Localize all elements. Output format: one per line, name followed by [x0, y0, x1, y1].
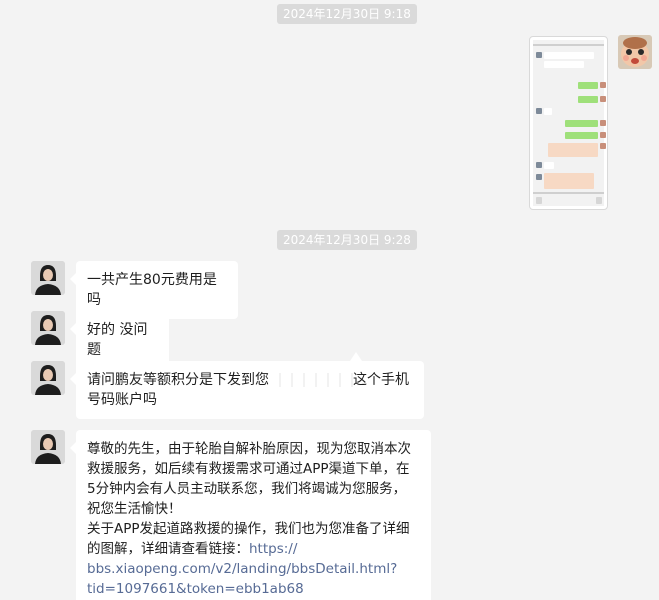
masked-phone-number	[269, 373, 353, 387]
sender-avatar-icon[interactable]	[31, 430, 65, 464]
message-line: 救援服务，如后续有救援需求可通过APP渠道下单，在	[87, 461, 410, 477]
timestamp: 2024年12月30日 9:18	[277, 4, 417, 24]
screenshot-image-message[interactable]	[529, 36, 608, 210]
sender-avatar-icon[interactable]	[31, 311, 65, 345]
message-line: 的图解，详细请查看链接：https://	[87, 539, 420, 559]
message-link[interactable]: bbs.xiaopeng.com/v2/landing/bbsDetail.ht…	[87, 559, 420, 579]
message-link[interactable]: tid=1097661&token=ebb1ab68	[87, 579, 420, 599]
message-text: 的图解，详细请查看链接：	[87, 541, 249, 557]
message-bubble[interactable]: 请问鹏友等额积分是下发到您 这个手机号码账户吗	[70, 361, 424, 419]
sender-avatar-icon[interactable]	[31, 261, 65, 295]
message-link[interactable]: https://	[249, 541, 297, 557]
message-line: 尊敬的先生，由于轮胎自解补胎原因，现为您取消本次	[87, 441, 411, 457]
message-text: 一共产生80元费用是吗	[87, 272, 217, 308]
message-text: 请问鹏友等额积分是下发到您	[87, 372, 269, 388]
chat-panel: 2024年12月30日 9:18 2024年12月30日 9:28 一共产生80…	[0, 0, 659, 600]
message-bubble[interactable]: 尊敬的先生，由于轮胎自解补胎原因，现为您取消本次 救援服务，如后续有救援需求可通…	[70, 430, 431, 600]
message-line: 关于APP发起道路救援的操作，我们也为您准备了详细	[87, 521, 410, 537]
timestamp: 2024年12月30日 9:28	[277, 230, 417, 250]
bubble-notch	[350, 352, 362, 361]
self-avatar-icon[interactable]	[618, 35, 652, 69]
message-line: 祝您生活愉快！	[87, 501, 182, 517]
message-line: 5分钟内会有人员主动联系您，我们将竭诚为您服务，	[87, 481, 407, 497]
message-text: 好的 没问题	[87, 322, 148, 358]
sender-avatar-icon[interactable]	[31, 361, 65, 395]
screenshot-preview	[533, 40, 606, 206]
